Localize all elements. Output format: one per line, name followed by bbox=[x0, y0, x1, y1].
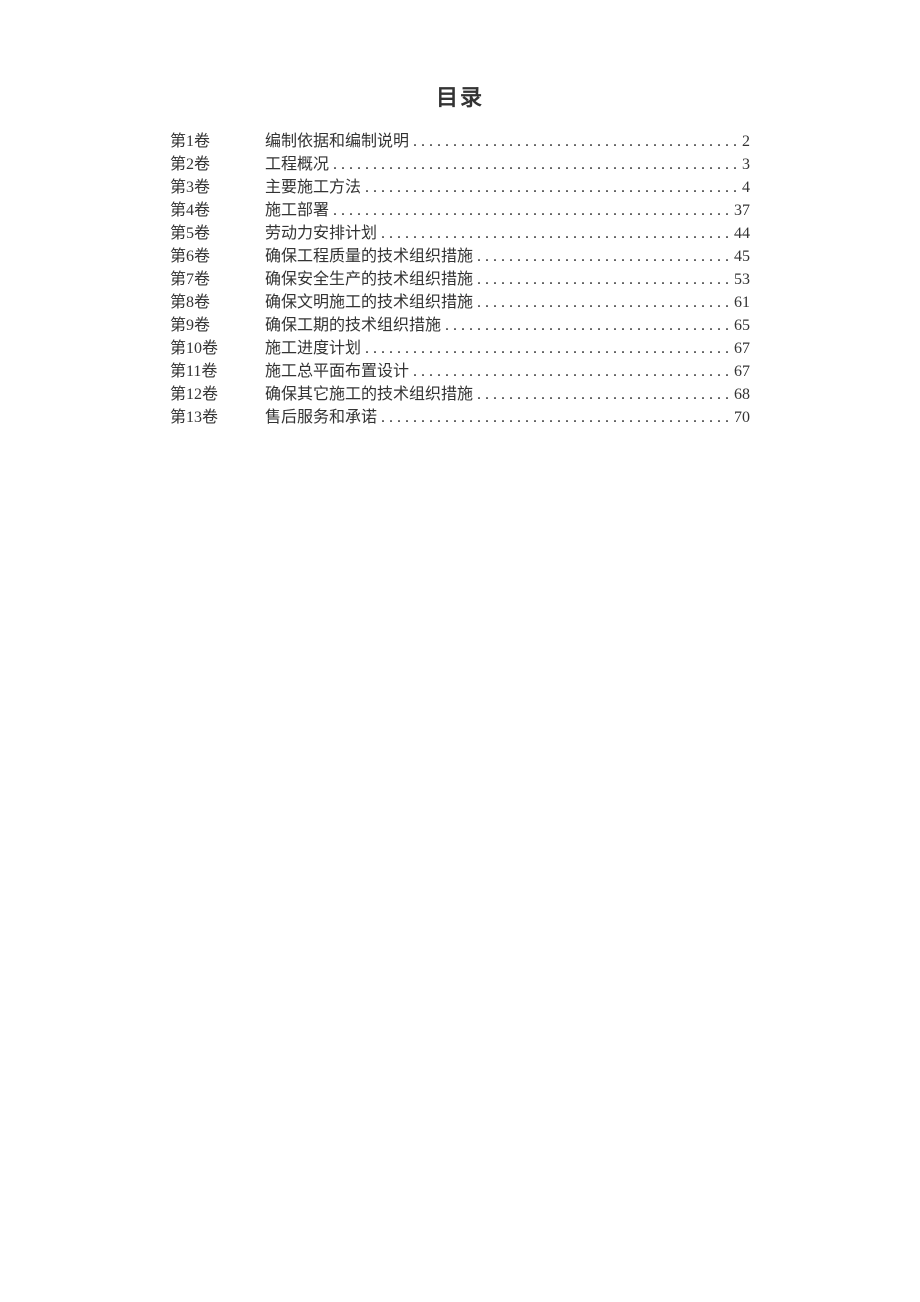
toc-volume: 第5卷 bbox=[170, 222, 265, 245]
toc-volume: 第9卷 bbox=[170, 314, 265, 337]
toc-leader-dots bbox=[473, 245, 734, 268]
toc-leader-dots bbox=[473, 383, 734, 406]
toc-entry-title: 确保工期的技术组织措施 bbox=[265, 314, 441, 337]
toc-entry-title: 主要施工方法 bbox=[265, 176, 361, 199]
toc-page-number: 65 bbox=[734, 314, 750, 337]
toc-volume: 第6卷 bbox=[170, 245, 265, 268]
toc-item: 第9卷 确保工期的技术组织措施 65 bbox=[170, 314, 750, 337]
toc-item: 第10卷 施工进度计划 67 bbox=[170, 337, 750, 360]
toc-entry-title: 售后服务和承诺 bbox=[265, 406, 377, 429]
toc-item: 第12卷 确保其它施工的技术组织措施 68 bbox=[170, 383, 750, 406]
toc-page-number: 61 bbox=[734, 291, 750, 314]
toc-page-number: 4 bbox=[742, 176, 750, 199]
toc-page-number: 68 bbox=[734, 383, 750, 406]
toc-leader-dots bbox=[473, 291, 734, 314]
toc-entry-title: 确保安全生产的技术组织措施 bbox=[265, 268, 473, 291]
toc-volume: 第10卷 bbox=[170, 337, 265, 360]
toc-volume: 第3卷 bbox=[170, 176, 265, 199]
toc-leader-dots bbox=[361, 176, 742, 199]
toc-volume: 第4卷 bbox=[170, 199, 265, 222]
toc-item: 第6卷 确保工程质量的技术组织措施 45 bbox=[170, 245, 750, 268]
toc-entry-title: 施工部署 bbox=[265, 199, 329, 222]
toc-item: 第13卷 售后服务和承诺 70 bbox=[170, 406, 750, 429]
toc-page-number: 3 bbox=[742, 153, 750, 176]
toc-entry-title: 确保文明施工的技术组织措施 bbox=[265, 291, 473, 314]
toc-volume: 第7卷 bbox=[170, 268, 265, 291]
toc-entry-title: 编制依据和编制说明 bbox=[265, 130, 409, 153]
toc-page-number: 67 bbox=[734, 360, 750, 383]
toc-leader-dots bbox=[329, 199, 734, 222]
toc-volume: 第11卷 bbox=[170, 360, 265, 383]
page-title: 目录 bbox=[170, 80, 750, 112]
toc-entry-title: 工程概况 bbox=[265, 153, 329, 176]
toc-entry-title: 劳动力安排计划 bbox=[265, 222, 377, 245]
toc-item: 第5卷 劳动力安排计划 44 bbox=[170, 222, 750, 245]
toc-entry-title: 确保其它施工的技术组织措施 bbox=[265, 383, 473, 406]
toc-leader-dots bbox=[329, 153, 742, 176]
toc-volume: 第12卷 bbox=[170, 383, 265, 406]
toc-volume: 第13卷 bbox=[170, 406, 265, 429]
toc-volume: 第1卷 bbox=[170, 130, 265, 153]
toc-item: 第1卷 编制依据和编制说明 2 bbox=[170, 130, 750, 153]
toc-leader-dots bbox=[377, 406, 734, 429]
toc-page-number: 44 bbox=[734, 222, 750, 245]
toc-item: 第3卷 主要施工方法 4 bbox=[170, 176, 750, 199]
toc-page-number: 37 bbox=[734, 199, 750, 222]
toc-page-number: 2 bbox=[742, 130, 750, 153]
toc-item: 第11卷 施工总平面布置设计 67 bbox=[170, 360, 750, 383]
toc-volume: 第8卷 bbox=[170, 291, 265, 314]
toc-page-number: 45 bbox=[734, 245, 750, 268]
toc-leader-dots bbox=[377, 222, 734, 245]
toc-item: 第2卷 工程概况 3 bbox=[170, 153, 750, 176]
toc-entry-title: 确保工程质量的技术组织措施 bbox=[265, 245, 473, 268]
toc-item: 第7卷 确保安全生产的技术组织措施 53 bbox=[170, 268, 750, 291]
toc-page-number: 53 bbox=[734, 268, 750, 291]
toc-leader-dots bbox=[409, 130, 742, 153]
toc-entry-title: 施工总平面布置设计 bbox=[265, 360, 409, 383]
toc-leader-dots bbox=[409, 360, 734, 383]
toc-page-number: 67 bbox=[734, 337, 750, 360]
toc-leader-dots bbox=[441, 314, 734, 337]
toc-page-number: 70 bbox=[734, 406, 750, 429]
toc-entry-title: 施工进度计划 bbox=[265, 337, 361, 360]
toc-volume: 第2卷 bbox=[170, 153, 265, 176]
toc-item: 第8卷 确保文明施工的技术组织措施 61 bbox=[170, 291, 750, 314]
toc-item: 第4卷 施工部署 37 bbox=[170, 199, 750, 222]
toc-leader-dots bbox=[361, 337, 734, 360]
toc-list: 第1卷 编制依据和编制说明 2 第2卷 工程概况 3 第3卷 主要施工方法 4 … bbox=[170, 130, 750, 429]
toc-leader-dots bbox=[473, 268, 734, 291]
